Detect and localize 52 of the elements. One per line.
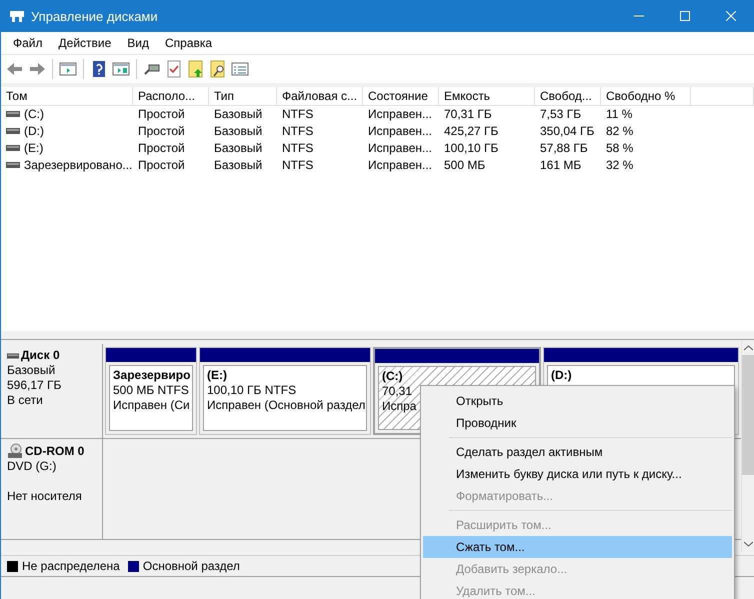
table-cell-text: 32 % bbox=[605, 158, 634, 172]
table-cell: (E:) bbox=[1, 140, 133, 154]
table-cell-text: 500 МБ bbox=[443, 158, 486, 172]
table-cell-text: Базовый bbox=[213, 124, 264, 138]
partition-detail: 500 МБ NTFS bbox=[113, 383, 189, 398]
table-cell-text: Исправен... bbox=[367, 124, 434, 138]
table-cell-text: NTFS bbox=[281, 140, 314, 154]
legend-label: Основной раздел bbox=[142, 559, 240, 573]
disk-name: CD-ROM 0 bbox=[25, 444, 84, 458]
table-cell-text: 11 % bbox=[605, 106, 634, 120]
legend-label: Не распределена bbox=[22, 559, 120, 573]
partition-detail: 100,10 ГБ NTFS bbox=[207, 383, 296, 398]
table-cell-text: 425,27 ГБ bbox=[443, 124, 500, 138]
partition-detail: 70,31 bbox=[382, 384, 412, 399]
table-cell-text: Базовый bbox=[213, 140, 264, 154]
table-cell-text: 58 % bbox=[605, 140, 634, 154]
partition-name: Зарезервиро bbox=[113, 368, 189, 383]
table-cell-text: Простой bbox=[137, 106, 186, 120]
disk-detail: Базовый bbox=[7, 363, 56, 378]
table-cell-text: 161 МБ bbox=[539, 158, 582, 172]
table-cell-text: Базовый bbox=[213, 106, 264, 120]
partition-detail: Исправен (Си bbox=[113, 398, 190, 413]
partition-detail: Испра bbox=[382, 399, 416, 414]
disk-detail: Нет носителя bbox=[7, 489, 83, 504]
table-cell-text: Простой bbox=[137, 158, 186, 172]
disk-name: Диск 0 bbox=[21, 348, 60, 363]
partition-name: (C:) bbox=[382, 369, 404, 384]
table-cell-text: 350,04 ГБ bbox=[539, 124, 596, 138]
table-cell: Зарезервировано... bbox=[1, 158, 133, 172]
table-cell-text: Исправен... bbox=[367, 106, 434, 120]
disk-detail: В сети bbox=[7, 393, 44, 408]
window-title: Управление дисками bbox=[31, 8, 159, 24]
table-cell-text: 7,53 ГБ bbox=[539, 106, 582, 120]
table-cell: (D:) bbox=[1, 124, 133, 138]
table-cell-text: Простой bbox=[137, 124, 186, 138]
table-cell: (C:) bbox=[1, 106, 133, 120]
table-cell-text: NTFS bbox=[281, 158, 314, 172]
partition-detail: Исправен (Основной раздел bbox=[207, 398, 366, 413]
partition-name: (E:) bbox=[207, 368, 228, 383]
table-cell-text: 57,88 ГБ bbox=[539, 140, 589, 154]
table-cell-text: Базовый bbox=[213, 158, 264, 172]
disk-detail: DVD (G:) bbox=[7, 459, 58, 474]
partition-name: (D:) bbox=[551, 368, 573, 383]
table-cell-text: 82 % bbox=[605, 124, 634, 138]
table-cell-text: NTFS bbox=[281, 124, 314, 138]
table-cell-text: 70,31 ГБ bbox=[443, 106, 493, 120]
disk-detail: 596,17 ГБ bbox=[7, 378, 62, 393]
table-cell-text: Исправен... bbox=[367, 140, 434, 154]
table-cell-text: Исправен... bbox=[367, 158, 434, 172]
table-cell-text: Простой bbox=[137, 140, 186, 154]
table-cell-text: 100,10 ГБ bbox=[443, 140, 500, 154]
table-cell-text: NTFS bbox=[281, 106, 314, 120]
